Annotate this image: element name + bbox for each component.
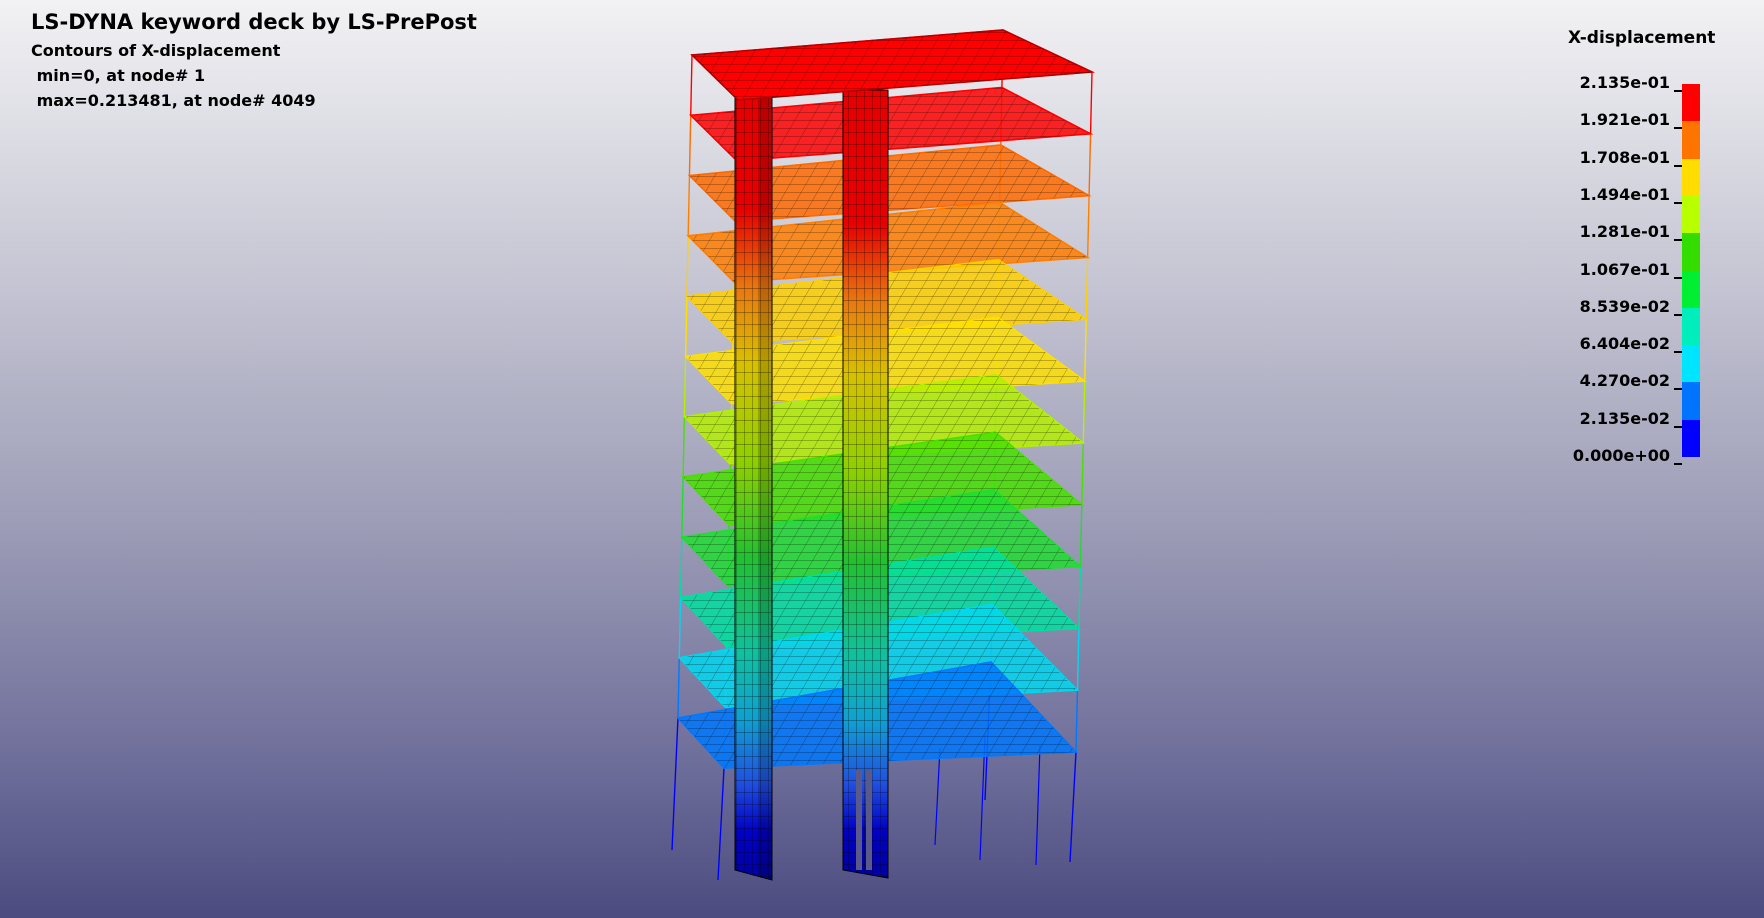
- frame-column: [687, 175, 691, 236]
- frame-column: [686, 235, 689, 297]
- ground-column: [1035, 744, 1041, 866]
- frame-column: [682, 416, 686, 477]
- frame-column: [678, 597, 682, 658]
- frame-column: [1075, 690, 1079, 753]
- frame-column: [1082, 381, 1086, 443]
- frame-column: [1086, 195, 1090, 258]
- ground-column: [1069, 751, 1077, 863]
- core-opening: [866, 770, 872, 870]
- frame-column: [677, 657, 680, 719]
- building-mesh: [671, 29, 1096, 881]
- roof-slab-mesh: [692, 30, 1092, 100]
- core-wall-shade: [758, 60, 772, 880]
- frame-column: [684, 296, 688, 357]
- frame-column: [683, 356, 687, 417]
- ground-column: [671, 717, 679, 851]
- frame-column: [679, 537, 683, 598]
- frame-column: [1076, 628, 1080, 691]
- core-opening: [856, 770, 862, 870]
- core-wall-right-mesh: [843, 90, 888, 878]
- frame-column: [1084, 319, 1087, 382]
- frame-column: [1079, 504, 1083, 567]
- frame-column: [1089, 71, 1093, 134]
- building-model-viewport[interactable]: [0, 0, 1764, 918]
- frame-column: [1081, 442, 1084, 505]
- ground-column: [717, 767, 725, 881]
- frame-column: [688, 115, 692, 176]
- frame-column: [681, 476, 684, 538]
- frame-column: [1088, 133, 1092, 196]
- frame-column: [1078, 566, 1082, 629]
- frame-column: [1085, 257, 1089, 320]
- frame-column: [690, 54, 693, 116]
- ground-column: [934, 747, 941, 846]
